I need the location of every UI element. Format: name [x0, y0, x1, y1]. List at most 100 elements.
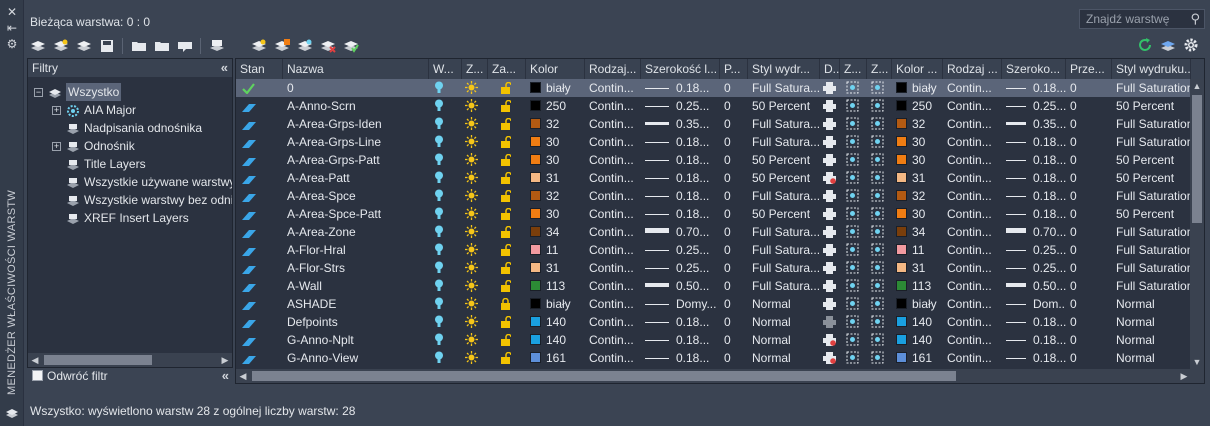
layer-row[interactable]: A-Area-Grps-Line 30 Contin... 0.18... 0 Full …: [236, 133, 1191, 151]
layer-name[interactable]: A-Flor-Strs: [283, 259, 429, 277]
vp-freeze-icon[interactable]: [840, 259, 867, 277]
lock-open-icon[interactable]: [488, 277, 526, 295]
thaw-sun-icon[interactable]: [462, 79, 488, 97]
layer-color[interactable]: 140: [526, 331, 585, 349]
layer-plotstyle[interactable]: Normal: [748, 295, 820, 313]
vp-lineweight[interactable]: 0.18...: [1002, 79, 1066, 97]
vp-linetype[interactable]: Contin...: [943, 223, 1002, 241]
layer-lineweight[interactable]: 0.18...: [641, 133, 720, 151]
vp-lineweight[interactable]: Dom...: [1002, 295, 1066, 313]
no-plot-printer-icon[interactable]: [820, 349, 840, 367]
vp-lineweight[interactable]: 0.25...: [1002, 241, 1066, 259]
layer-transparency[interactable]: 0: [720, 169, 748, 187]
vp-freeze-icon[interactable]: [840, 205, 867, 223]
invert-filter-checkbox[interactable]: [32, 370, 43, 381]
vp-freeze-icon[interactable]: [840, 187, 867, 205]
layer-plotstyle[interactable]: Full Satura...: [748, 133, 820, 151]
lock-open-icon[interactable]: [488, 97, 526, 115]
on-bulb-icon[interactable]: [429, 187, 462, 205]
new-vp-freeze-icon[interactable]: [867, 295, 892, 313]
on-bulb-icon[interactable]: [429, 79, 462, 97]
layer-transparency[interactable]: 0: [720, 223, 748, 241]
vp-color[interactable]: 34: [892, 223, 943, 241]
save-icon[interactable]: [97, 37, 116, 55]
on-bulb-icon[interactable]: [429, 205, 462, 223]
vp-linetype[interactable]: Contin...: [943, 259, 1002, 277]
layer-lineweight[interactable]: 0.18...: [641, 79, 720, 97]
column-header-vptransp[interactable]: Prze...: [1066, 59, 1112, 79]
layer-name[interactable]: A-Wall: [283, 277, 429, 295]
filter-node[interactable]: − Wszystko: [28, 83, 232, 101]
on-bulb-icon[interactable]: [429, 277, 462, 295]
layer-row[interactable]: A-Flor-Hral 11 Contin... 0.25... 0 Full Satur…: [236, 241, 1191, 259]
vp-transparency[interactable]: 0: [1066, 349, 1112, 367]
export-icon[interactable]: [175, 37, 194, 55]
vp-lineweight[interactable]: 0.18...: [1002, 331, 1066, 349]
lock-open-icon[interactable]: [488, 313, 526, 331]
layer-row[interactable]: 0 biały Contin... 0.18... 0 Full Satura... bia…: [236, 79, 1191, 97]
layer-transparency[interactable]: 0: [720, 205, 748, 223]
vp-plotstyle[interactable]: Full Saturation: [1112, 241, 1191, 259]
plot-printer-icon[interactable]: [820, 115, 840, 133]
expand-icon[interactable]: +: [52, 106, 61, 115]
layer-plotstyle[interactable]: 50 Percent: [748, 151, 820, 169]
thaw-sun-icon[interactable]: [462, 259, 488, 277]
layer-transparency[interactable]: 0: [720, 79, 748, 97]
vp-color[interactable]: 113: [892, 277, 943, 295]
layer-row[interactable]: A-Area-Patt 31 Contin... 0.18... 0 50 Percent…: [236, 169, 1191, 187]
thaw-sun-icon[interactable]: [462, 97, 488, 115]
vp-color[interactable]: 250: [892, 97, 943, 115]
layer-plotstyle[interactable]: Normal: [748, 349, 820, 367]
vp-transparency[interactable]: 0: [1066, 295, 1112, 313]
vp-linetype[interactable]: Contin...: [943, 169, 1002, 187]
vp-freeze-icon[interactable]: [840, 133, 867, 151]
layer-plotstyle[interactable]: Full Satura...: [748, 115, 820, 133]
vp-transparency[interactable]: 0: [1066, 205, 1112, 223]
layer-lineweight[interactable]: 0.18...: [641, 169, 720, 187]
column-header-lock[interactable]: Za...: [488, 59, 526, 79]
scroll-up-icon[interactable]: ▲: [1190, 79, 1204, 93]
scroll-thumb[interactable]: [1192, 95, 1202, 223]
new-vp-freeze-icon[interactable]: [867, 313, 892, 331]
layer-lineweight[interactable]: 0.35...: [641, 115, 720, 133]
on-bulb-icon[interactable]: [429, 295, 462, 313]
layer-name[interactable]: A-Area-Grps-Iden: [283, 115, 429, 133]
layer-status-icon[interactable]: [236, 133, 283, 151]
vp-freeze-icon[interactable]: [840, 97, 867, 115]
layer-name[interactable]: ASHADE: [283, 295, 429, 313]
layer-status-icon[interactable]: [236, 331, 283, 349]
vp-lineweight[interactable]: 0.18...: [1002, 133, 1066, 151]
layer-lineweight[interactable]: 0.18...: [641, 151, 720, 169]
vp-lineweight[interactable]: 0.35...: [1002, 115, 1066, 133]
vp-linetype[interactable]: Contin...: [943, 313, 1002, 331]
layer-transparency[interactable]: 0: [720, 331, 748, 349]
column-header-color[interactable]: Kolor: [526, 59, 585, 79]
layer-name[interactable]: G-Anno-Nplt: [283, 331, 429, 349]
vp-freeze-icon[interactable]: [840, 349, 867, 367]
thaw-sun-icon[interactable]: [462, 295, 488, 313]
layer-linetype[interactable]: Contin...: [585, 295, 641, 313]
layer-color[interactable]: 140: [526, 313, 585, 331]
filter-node[interactable]: XREF Insert Layers: [28, 209, 232, 227]
vp-lineweight[interactable]: 0.25...: [1002, 259, 1066, 277]
no-plot-printer-icon[interactable]: [820, 169, 840, 187]
filter-node[interactable]: + AIA Major: [28, 101, 232, 119]
plot-printer-icon[interactable]: [820, 277, 840, 295]
on-bulb-icon[interactable]: [429, 331, 462, 349]
layer-row[interactable]: A-Area-Spce 32 Contin... 0.18... 0 Full Satur…: [236, 187, 1191, 205]
vp-color[interactable]: biały: [892, 79, 943, 97]
filter-node[interactable]: Wszystkie warstwy bez odniesień: [28, 191, 232, 209]
layer-color[interactable]: 30: [526, 205, 585, 223]
layer-name[interactable]: A-Area-Spce-Patt: [283, 205, 429, 223]
layer-plotstyle[interactable]: Full Satura...: [748, 277, 820, 295]
vp-linetype[interactable]: Contin...: [943, 205, 1002, 223]
layer-row[interactable]: G-Anno-View 161 Contin... 0.18... 0 Normal 161…: [236, 349, 1191, 367]
collapse-tree-icon[interactable]: «: [222, 368, 229, 383]
layer-transparency[interactable]: 0: [720, 97, 748, 115]
column-header-newvp[interactable]: Z...: [867, 59, 892, 79]
vp-linetype[interactable]: Contin...: [943, 97, 1002, 115]
thaw-sun-icon[interactable]: [462, 187, 488, 205]
thaw-sun-icon[interactable]: [462, 151, 488, 169]
lock-open-icon[interactable]: [488, 115, 526, 133]
layer-linetype[interactable]: Contin...: [585, 115, 641, 133]
